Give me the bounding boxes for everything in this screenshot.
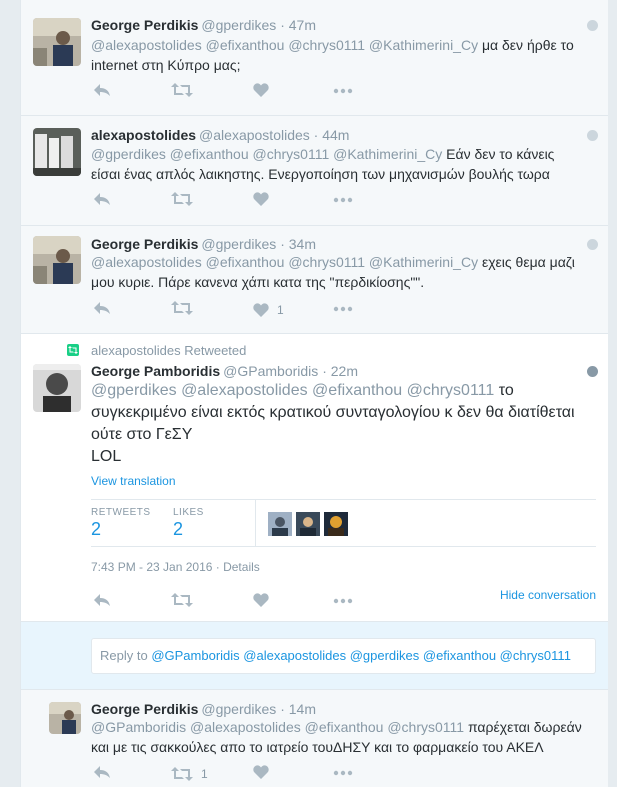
tweet-text: @gperdikes @efixanthou @chrys0111 @Kathi… bbox=[91, 146, 555, 182]
reply-icon[interactable] bbox=[93, 191, 111, 207]
fullname[interactable]: George Perdikis bbox=[91, 701, 198, 717]
timeline-page: George Perdikis @gperdikes · 47m @alexapo… bbox=[0, 0, 617, 787]
more-icon[interactable] bbox=[333, 592, 353, 608]
reply-area: Reply to @GPamboridis @alexapostolides @… bbox=[21, 622, 608, 690]
retweet-icon[interactable]: 1 bbox=[171, 764, 208, 786]
retweet-count: 1 bbox=[201, 767, 208, 781]
tweet-header: alexapostolides @alexapostolides · 44m bbox=[91, 127, 350, 143]
retweet-icon[interactable] bbox=[171, 592, 193, 608]
tweet-text: @GPamboridis @alexapostolides @efixantho… bbox=[91, 719, 582, 755]
reply-input[interactable]: Reply to @GPamboridis @alexapostolides @… bbox=[91, 638, 596, 674]
avatar[interactable] bbox=[33, 128, 81, 176]
avatar[interactable] bbox=[33, 18, 81, 66]
tweet-item[interactable]: George Perdikis @gperdikes · 14m @GPambor… bbox=[21, 690, 608, 787]
reply-icon[interactable] bbox=[93, 82, 111, 98]
liker-avatar[interactable] bbox=[296, 512, 320, 536]
tweet-text: @alexapostolides @efixanthou @chrys0111 … bbox=[91, 37, 574, 73]
avatar-image bbox=[33, 128, 81, 176]
retweet-icon[interactable] bbox=[171, 82, 193, 98]
tweet-actions: 1 bbox=[91, 300, 491, 320]
username[interactable]: @gperdikes bbox=[201, 17, 276, 33]
avatar-image bbox=[33, 236, 81, 284]
timestamp-link[interactable]: 47m bbox=[289, 17, 316, 33]
tweet-actions bbox=[91, 191, 491, 211]
tweet-stats: RETWEETS 2 LIKES 2 bbox=[91, 499, 596, 547]
globe-icon bbox=[587, 20, 598, 31]
timestamp-link[interactable]: 34m bbox=[289, 236, 316, 252]
like-count: 1 bbox=[277, 303, 284, 317]
mentions[interactable]: @gperdikes @efixanthou @chrys0111 @Kathi… bbox=[91, 146, 442, 162]
reply-icon[interactable] bbox=[93, 592, 111, 608]
liker-avatar[interactable] bbox=[268, 512, 292, 536]
mentions[interactable]: @GPamboridis @alexapostolides @efixantho… bbox=[91, 719, 464, 735]
heart-icon[interactable] bbox=[253, 764, 269, 780]
globe-icon bbox=[587, 239, 598, 250]
tweet-item[interactable]: alexapostolides @alexapostolides · 44m @g… bbox=[21, 116, 608, 226]
more-icon[interactable] bbox=[333, 82, 353, 98]
mentions[interactable]: @gperdikes @alexapostolides @efixanthou … bbox=[91, 382, 494, 399]
tweet-item[interactable]: George Perdikis @gperdikes · 47m @alexapo… bbox=[21, 0, 608, 116]
retweet-icon[interactable] bbox=[171, 191, 193, 207]
username[interactable]: @gperdikes bbox=[201, 701, 276, 717]
timestamp-link[interactable]: 22m bbox=[331, 363, 358, 379]
tweet-item[interactable]: George Perdikis @gperdikes · 34m @alexapo… bbox=[21, 226, 608, 334]
retweet-badge-icon bbox=[67, 344, 79, 356]
tweet-actions: 1 bbox=[91, 764, 491, 784]
more-icon[interactable] bbox=[333, 300, 353, 316]
heart-icon[interactable] bbox=[253, 82, 269, 120]
details-link[interactable]: Details bbox=[223, 560, 260, 574]
permalink-tweet: alexapostolides Retweeted George Pambori… bbox=[21, 334, 608, 622]
mentions[interactable]: @alexapostolides @efixanthou @chrys0111 … bbox=[91, 37, 478, 53]
hide-conversation-link[interactable]: Hide conversation bbox=[500, 588, 596, 602]
conversation-stream: George Perdikis @gperdikes · 47m @alexapo… bbox=[20, 0, 608, 787]
reply-icon[interactable] bbox=[93, 764, 111, 780]
fullname[interactable]: George Pamboridis bbox=[91, 363, 220, 379]
retweeted-by[interactable]: alexapostolides Retweeted bbox=[91, 342, 246, 360]
avatar-image bbox=[33, 364, 81, 412]
retweets-count[interactable]: 2 bbox=[91, 519, 101, 540]
tweet-header: George Pamboridis @GPamboridis · 22m bbox=[91, 363, 358, 379]
globe-icon bbox=[587, 130, 598, 141]
avatar[interactable] bbox=[49, 702, 81, 734]
heart-icon[interactable] bbox=[253, 592, 269, 608]
fullname[interactable]: alexapostolides bbox=[91, 127, 196, 143]
liker-avatar[interactable] bbox=[324, 512, 348, 536]
fullname[interactable]: George Perdikis bbox=[91, 17, 198, 33]
avatar[interactable] bbox=[33, 364, 81, 412]
avatar-image bbox=[49, 702, 81, 734]
tweet-text: @gperdikes @alexapostolides @efixanthou … bbox=[91, 382, 575, 465]
globe-icon bbox=[587, 366, 598, 377]
username[interactable]: @GPamboridis bbox=[223, 363, 318, 379]
tweet-header: George Perdikis @gperdikes · 34m bbox=[91, 236, 316, 252]
avatar[interactable] bbox=[33, 236, 81, 284]
fullname[interactable]: George Perdikis bbox=[91, 236, 198, 252]
heart-icon[interactable] bbox=[253, 191, 269, 229]
reply-icon[interactable] bbox=[93, 300, 111, 316]
retweet-icon[interactable] bbox=[171, 300, 193, 316]
timestamp-link[interactable]: 44m bbox=[322, 127, 349, 143]
heart-icon[interactable]: 1 bbox=[253, 300, 284, 322]
retweets-label: RETWEETS bbox=[91, 507, 151, 518]
more-icon[interactable] bbox=[333, 764, 353, 780]
likes-label: LIKES bbox=[173, 507, 204, 518]
tweet-actions bbox=[91, 82, 491, 102]
tweet-header: George Perdikis @gperdikes · 47m bbox=[91, 17, 316, 33]
tweet-timestamp: 7:43 PM - 23 Jan 2016 · Details bbox=[91, 560, 260, 574]
tweet-actions: Hide conversation bbox=[91, 588, 596, 612]
more-icon[interactable] bbox=[333, 191, 353, 207]
tweet-text: @alexapostolides @efixanthou @chrys0111 … bbox=[91, 254, 575, 290]
timestamp-link[interactable]: 14m bbox=[289, 701, 316, 717]
view-translation-link[interactable]: View translation bbox=[91, 474, 176, 488]
stats-divider bbox=[255, 500, 256, 546]
mentions[interactable]: @alexapostolides @efixanthou @chrys0111 … bbox=[91, 254, 478, 270]
username[interactable]: @gperdikes bbox=[201, 236, 276, 252]
likes-count[interactable]: 2 bbox=[173, 519, 183, 540]
username[interactable]: @alexapostolides bbox=[199, 127, 310, 143]
tweet-header: George Perdikis @gperdikes · 14m bbox=[91, 701, 316, 717]
avatar-image bbox=[33, 18, 81, 66]
